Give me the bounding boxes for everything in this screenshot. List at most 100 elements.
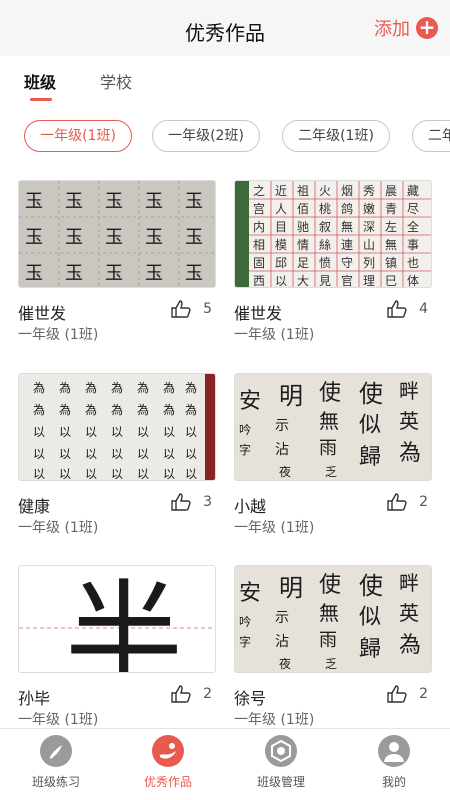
svg-text:内: 内 — [253, 220, 265, 234]
work-class: 一年级 (1班) — [18, 327, 99, 343]
chip-grade1-class2[interactable]: 一年级(2班) — [152, 120, 260, 152]
tab-school[interactable]: 学校 — [100, 69, 132, 93]
nav-label: 班级练习 — [31, 775, 80, 789]
svg-text:尽: 尽 — [407, 202, 419, 216]
work-class: 一年级 (1班) — [234, 520, 315, 536]
svg-text:為: 為 — [85, 403, 97, 417]
work-image-calligraphy[interactable]: 安吟字 明示沾夜 使無雨乏 使似歸 畔英為 — [234, 565, 432, 673]
svg-text:叙: 叙 — [319, 220, 331, 234]
svg-text:左: 左 — [385, 219, 397, 234]
work-class: 一年级 (1班) — [18, 520, 99, 536]
svg-text:為: 為 — [399, 441, 421, 466]
svg-text:玉: 玉 — [65, 191, 83, 212]
like-count: 3 — [203, 494, 212, 510]
like-button[interactable]: 2 — [387, 685, 428, 703]
svg-text:以: 以 — [163, 425, 175, 439]
nav-label: 优秀作品 — [143, 775, 192, 789]
work-author: 催世发 — [18, 304, 67, 323]
like-count: 2 — [419, 686, 428, 702]
work-author: 催世发 — [234, 304, 283, 323]
work-author: 健康 — [18, 497, 51, 516]
svg-text:以: 以 — [111, 467, 123, 481]
svg-text:玉: 玉 — [105, 227, 123, 248]
svg-text:目: 目 — [275, 220, 287, 234]
svg-text:玉: 玉 — [185, 191, 203, 212]
work-class: 一年级 (1班) — [18, 712, 99, 728]
svg-text:示: 示 — [275, 610, 289, 626]
svg-text:足: 足 — [297, 256, 309, 270]
thumbs-up-icon — [171, 300, 191, 318]
work-author: 小越 — [234, 497, 267, 516]
svg-text:夜: 夜 — [279, 656, 291, 671]
svg-text:使: 使 — [319, 573, 341, 598]
work-card[interactable]: 安吟字 明示沾夜 使無雨乏 使似歸 畔英為 徐号 一年级 (1班) 2 — [234, 565, 432, 728]
work-image-calligraphy[interactable]: 安吟字 明示沾夜 使無雨乏 使似歸 畔英為 — [234, 373, 432, 481]
chip-grade2-class1[interactable]: 二年级(1班) — [282, 120, 390, 152]
svg-text:示: 示 — [275, 418, 289, 434]
work-image-calligraphy[interactable]: 半 — [18, 565, 216, 673]
work-image-calligraphy[interactable]: 玉玉玉玉玉 玉玉玉玉玉 玉玉玉玉玉 — [18, 180, 216, 288]
svg-text:桃: 桃 — [319, 201, 331, 216]
svg-text:為: 為 — [111, 381, 123, 395]
add-label: 添加 — [374, 19, 410, 40]
add-button[interactable]: 添加 + — [374, 15, 438, 41]
like-button[interactable]: 2 — [387, 493, 428, 511]
svg-text:使: 使 — [359, 572, 383, 600]
svg-text:守: 守 — [341, 256, 353, 270]
svg-text:以: 以 — [275, 274, 287, 288]
svg-text:祖: 祖 — [297, 183, 309, 198]
svg-text:明: 明 — [279, 382, 303, 410]
svg-text:絲: 絲 — [319, 237, 331, 252]
svg-text:火: 火 — [319, 184, 331, 198]
svg-text:連: 連 — [341, 238, 353, 252]
svg-text:無: 無 — [319, 601, 339, 625]
thumbs-up-icon — [171, 685, 191, 703]
user-icon — [378, 735, 410, 767]
work-card[interactable]: 玉玉玉玉玉 玉玉玉玉玉 玉玉玉玉玉 催世发 一年级 (1班) 5 — [18, 180, 216, 343]
svg-text:歸: 歸 — [359, 637, 381, 662]
svg-text:以: 以 — [137, 467, 149, 481]
work-card[interactable]: 半 孙毕 一年级 (1班) 2 — [18, 565, 216, 728]
svg-text:驰: 驰 — [297, 220, 309, 234]
nav-mine[interactable]: 我的 — [338, 735, 450, 790]
like-button[interactable]: 2 — [171, 685, 212, 703]
svg-text:為: 為 — [33, 381, 45, 395]
work-image-calligraphy[interactable]: 為為為為為為為 為為為為為為為 以以以以以以以 以以以以以以以 以以以以以以以 — [18, 373, 216, 481]
work-card[interactable]: 之近祖火烟秀晨藏 宫人佰桃鸽嫩青尽 内目驰叙無深左全 相模情絲連山無事 固邱足愤… — [234, 180, 432, 343]
svg-text:無: 無 — [319, 409, 339, 433]
tab-bar: 班级 学校 — [0, 56, 450, 106]
svg-text:為: 為 — [33, 403, 45, 417]
work-image-calligraphy[interactable]: 之近祖火烟秀晨藏 宫人佰桃鸽嫩青尽 内目驰叙無深左全 相模情絲連山無事 固邱足愤… — [234, 180, 432, 288]
svg-text:以: 以 — [85, 425, 97, 439]
chip-grade2-partial[interactable]: 二年 — [412, 120, 450, 152]
svg-text:相: 相 — [253, 238, 265, 252]
like-button[interactable]: 3 — [171, 493, 212, 511]
like-button[interactable]: 5 — [171, 300, 212, 318]
svg-text:以: 以 — [137, 447, 149, 461]
svg-text:巳: 巳 — [385, 274, 397, 288]
nav-class-management[interactable]: 班级管理 — [225, 735, 337, 790]
tab-class[interactable]: 班级 — [24, 69, 56, 93]
chip-grade1-class1[interactable]: 一年级(1班) — [24, 120, 132, 152]
work-card[interactable]: 為為為為為為為 為為為為為為為 以以以以以以以 以以以以以以以 以以以以以以以 … — [18, 373, 216, 536]
svg-text:以: 以 — [85, 467, 97, 481]
svg-text:乏: 乏 — [325, 465, 337, 479]
svg-text:玉: 玉 — [25, 191, 43, 212]
svg-text:以: 以 — [85, 447, 97, 461]
svg-text:為: 為 — [185, 403, 197, 417]
like-button[interactable]: 4 — [387, 300, 428, 318]
svg-text:字: 字 — [239, 634, 251, 649]
svg-text:嫩: 嫩 — [363, 202, 375, 216]
svg-text:玉: 玉 — [145, 191, 163, 212]
nav-class-practice[interactable]: 班级练习 — [0, 735, 112, 790]
work-card[interactable]: 安吟字 明示沾夜 使無雨乏 使似歸 畔英為 小越 一年级 (1班) 2 — [234, 373, 432, 536]
svg-text:青: 青 — [385, 202, 397, 216]
nav-excellent-works[interactable]: 优秀作品 — [112, 735, 224, 790]
svg-text:為: 為 — [137, 381, 149, 395]
svg-text:安: 安 — [239, 581, 261, 606]
brush-icon — [40, 735, 72, 767]
svg-text:以: 以 — [185, 447, 197, 461]
svg-text:畔: 畔 — [399, 571, 419, 595]
svg-text:理: 理 — [363, 274, 375, 288]
svg-text:玉: 玉 — [25, 263, 43, 284]
